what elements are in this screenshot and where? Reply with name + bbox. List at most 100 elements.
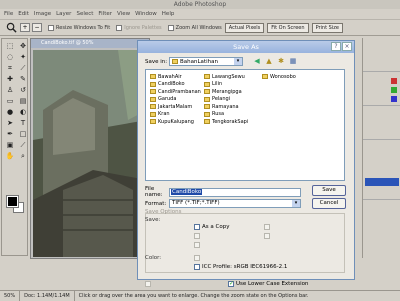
file-name: CandiBoko (158, 81, 185, 88)
format-value: TIFF (*.TIF;*.TIFF) (172, 200, 220, 206)
help-icon[interactable]: ? (331, 42, 341, 51)
format-select[interactable]: TIFF (*.TIF;*.TIFF) ▾ (169, 199, 301, 208)
move-tool-icon[interactable]: ✥ (17, 41, 29, 51)
menu-layer[interactable]: Layer (56, 11, 71, 17)
magic-wand-tool-icon[interactable]: ✦ (17, 52, 29, 62)
blur-tool-icon[interactable]: ● (4, 107, 16, 117)
file-list[interactable]: BawahAir CandiBoko CandiPrambanan Garuda… (145, 69, 345, 181)
thumbnail-checkbox[interactable] (145, 281, 153, 287)
menu-view[interactable]: View (117, 11, 130, 17)
shape-tool-icon[interactable]: □ (17, 129, 29, 139)
lasso-tool-icon[interactable]: ◌ (4, 52, 16, 62)
print-size-button[interactable]: Print Size (311, 22, 343, 33)
history-panel[interactable] (363, 106, 400, 140)
checkbox-box (194, 264, 200, 270)
new-folder-icon[interactable]: ✱ (276, 57, 286, 66)
list-item[interactable]: Kran (150, 111, 201, 119)
alpha-channels-checkbox[interactable] (194, 233, 202, 239)
brush-tool-icon[interactable]: ✎ (17, 74, 29, 84)
app-title-bar: Adobe Photoshop (0, 0, 400, 9)
use-lower-case-checkbox[interactable]: Use Lower Case Extension (228, 280, 309, 287)
list-item[interactable]: Pelangi (204, 96, 248, 104)
crop-tool-icon[interactable]: ⌗ (4, 63, 16, 73)
as-a-copy-checkbox[interactable]: As a Copy (194, 224, 229, 230)
zoom-tool-icon[interactable] (4, 22, 18, 34)
zoom-out-button[interactable]: − (32, 23, 42, 32)
selected-layer-row[interactable] (365, 178, 399, 186)
zoom-all-windows-checkbox[interactable]: Zoom All Windows (167, 24, 222, 31)
save-button[interactable]: Save (312, 185, 346, 196)
color-panel[interactable] (363, 72, 400, 106)
ignore-palettes-checkbox[interactable]: Ignore Palettes (116, 24, 162, 31)
hand-tool-icon[interactable]: ✋ (4, 151, 16, 161)
list-item[interactable]: CandiBoko (150, 81, 201, 89)
list-item[interactable]: CandiPrambanan (150, 88, 201, 96)
slice-tool-icon[interactable]: ⟋ (17, 63, 29, 73)
menu-help[interactable]: Help (162, 11, 175, 17)
list-item[interactable]: Ramayana (204, 103, 248, 111)
use-lower-case-label: Use Lower Case Extension (236, 281, 309, 287)
fit-on-screen-button[interactable]: Fit On Screen (267, 22, 309, 33)
healing-brush-icon[interactable]: ✚ (4, 74, 16, 84)
view-menu-icon[interactable]: ▦ (288, 57, 298, 66)
doc-size: Doc: 1.14M/1.14M (20, 290, 75, 301)
chevron-down-icon: ▾ (234, 58, 242, 65)
menu-edit[interactable]: Edit (18, 11, 29, 17)
stamp-tool-icon[interactable]: ♙ (4, 85, 16, 95)
history-brush-icon[interactable]: ↺ (17, 85, 29, 95)
menu-select[interactable]: Select (76, 11, 93, 17)
marquee-tool-icon[interactable]: ⬚ (4, 41, 16, 51)
notes-tool-icon[interactable]: ▣ (4, 140, 16, 150)
layers-panel[interactable] (363, 140, 400, 200)
annotations-checkbox[interactable] (264, 224, 272, 230)
cancel-button[interactable]: Cancel (312, 198, 346, 209)
list-item[interactable]: LawangSewu (204, 73, 248, 81)
layers-checkbox[interactable] (194, 242, 202, 248)
icc-profile-checkbox[interactable]: ICC Profile: sRGB IEC61966-2.1 (194, 264, 287, 270)
save-in-dropdown[interactable]: BahanLatihan ▾ (169, 57, 243, 66)
zoom-in-button[interactable]: + (20, 23, 30, 32)
image-file-icon (204, 81, 210, 87)
as-a-copy-label: As a Copy (202, 224, 230, 230)
image-file-icon (150, 104, 156, 110)
up-folder-icon[interactable]: ▲ (264, 57, 274, 66)
file-name: Kran (158, 111, 170, 118)
image-file-icon (204, 89, 210, 95)
list-item[interactable]: KupuKalupang (150, 118, 201, 126)
list-item[interactable]: Wonosobo (262, 73, 296, 81)
list-item[interactable]: JakartaMalam (150, 103, 201, 111)
menu-filter[interactable]: Filter (98, 11, 112, 17)
dodge-tool-icon[interactable]: ◐ (17, 107, 29, 117)
pen-tool-icon[interactable]: ✒ (4, 129, 16, 139)
color-label: Color: (145, 255, 162, 261)
list-item[interactable]: Merangipga (204, 88, 248, 96)
list-item[interactable]: Garuda (150, 96, 201, 104)
menu-window[interactable]: Window (135, 11, 157, 17)
list-item[interactable]: BawahAir (150, 73, 201, 81)
spot-colors-checkbox[interactable] (264, 233, 272, 239)
gradient-tool-icon[interactable]: ▤ (17, 96, 29, 106)
menu-file[interactable]: File (4, 11, 13, 17)
path-select-tool-icon[interactable]: ➤ (4, 118, 16, 128)
list-item[interactable]: TengkorakSapi (204, 118, 248, 126)
eyedropper-tool-icon[interactable]: ⟋ (17, 140, 29, 150)
document-window[interactable]: CandiBoko.tif @ 50% (30, 38, 150, 259)
menu-image[interactable]: Image (34, 11, 51, 17)
app-title: Adobe Photoshop (173, 1, 227, 8)
navigator-panel[interactable] (363, 38, 400, 72)
checkbox-box (264, 233, 270, 239)
file-name-input[interactable]: CandiBoko (169, 187, 301, 197)
back-icon[interactable]: ◀ (252, 57, 262, 66)
zoom-level[interactable]: 50% (0, 290, 21, 301)
list-item[interactable]: Rusa (204, 111, 248, 119)
list-item[interactable]: Lilin (204, 81, 248, 89)
file-column: LawangSewu Lilin Merangipga Pelangi Rama… (204, 73, 248, 126)
resize-windows-checkbox[interactable]: Resize Windows To Fit (48, 24, 110, 31)
eraser-tool-icon[interactable]: ▭ (4, 96, 16, 106)
close-icon[interactable]: × (342, 42, 352, 51)
zoom-tool-small-icon[interactable]: ⌕ (17, 151, 29, 161)
type-tool-icon[interactable]: T (17, 118, 29, 128)
use-proof-setup-checkbox[interactable] (194, 255, 202, 261)
actual-pixels-button[interactable]: Actual Pixels (224, 22, 265, 33)
foreground-color-swatch[interactable] (6, 195, 19, 208)
